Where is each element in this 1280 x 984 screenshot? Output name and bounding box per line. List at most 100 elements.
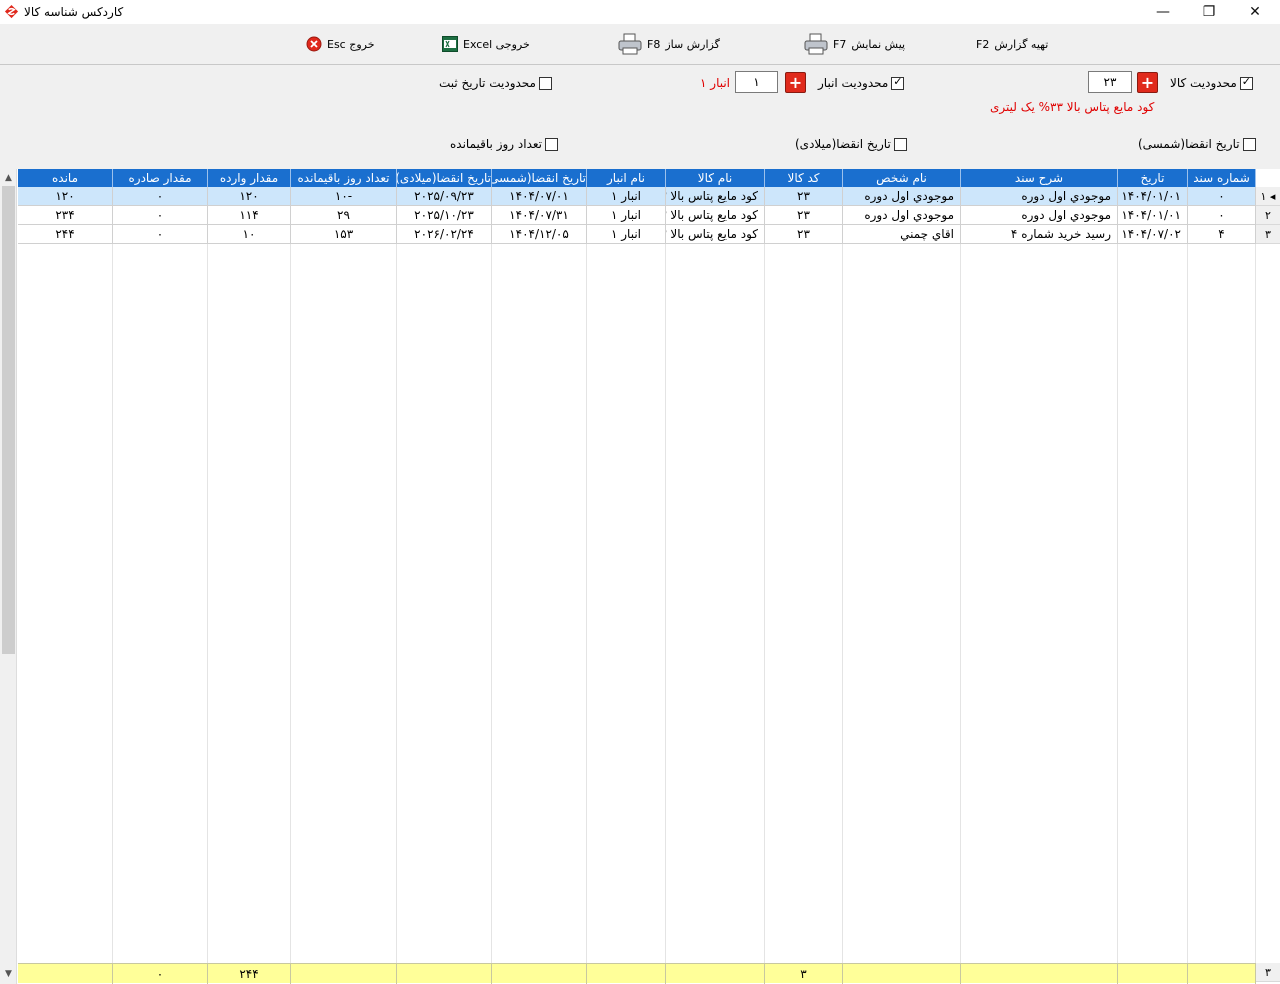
restore-icon: ❐ — [1202, 4, 1216, 20]
cell-qty-out[interactable]: ۰ — [113, 206, 208, 225]
cell-doc-number[interactable]: ۰ — [1188, 206, 1256, 225]
cell-product-code[interactable]: ۲۳ — [765, 187, 843, 206]
date-limit-label: محدودیت تاریخ ثبت — [439, 76, 536, 90]
warehouse-limit-checkbox[interactable]: محدودیت انبار — [818, 75, 905, 90]
footer-product-code: ۳ — [765, 964, 843, 984]
excel-icon — [442, 36, 458, 52]
kardex-grid[interactable]: ▲ ▼ شماره سند تاریخ شرح سند نام شخص کد کالا ن… — [0, 169, 1280, 984]
exit-button[interactable]: خروج Esc — [306, 32, 375, 56]
column-header-expiry-shamsi[interactable]: تاریخ انقضا(شمسی) — [492, 169, 587, 187]
scroll-down-icon[interactable]: ▼ — [0, 965, 17, 982]
column-header-product-name[interactable]: نام کالا — [666, 169, 765, 187]
exit-icon — [306, 36, 322, 52]
expiry-miladi-checkbox[interactable]: تاریخ انقضا(میلادی) — [795, 137, 907, 151]
row-indicator[interactable]: ۳ — [1256, 225, 1280, 244]
cell-product-name[interactable]: کود مایع پتاس بالا ۳۳% یک لیتری — [666, 206, 765, 225]
cell-warehouse-name[interactable]: انبار ۱ — [587, 187, 666, 206]
cell-expiry-miladi[interactable]: ۲۰۲۶/۰۲/۲۴ — [397, 225, 492, 244]
column-header-doc-description[interactable]: شرح سند — [961, 169, 1118, 187]
scroll-up-icon[interactable]: ▲ — [0, 169, 17, 186]
cell-qty-out[interactable]: ۰ — [113, 225, 208, 244]
expiry-shamsi-checkbox[interactable]: تاریخ انقضا(شمسی) — [1138, 137, 1256, 151]
cell-person-name[interactable]: موجودي اول دوره — [843, 187, 961, 206]
date-limit-checkbox[interactable]: محدودیت تاریخ ثبت — [439, 76, 552, 90]
row-indicator[interactable]: ۲ — [1256, 206, 1280, 225]
cell-doc-number[interactable]: ۴ — [1188, 225, 1256, 244]
column-header-qty-in[interactable]: مقدار وارده — [208, 169, 291, 187]
cell-expiry-shamsi[interactable]: ۱۴۰۴/۱۲/۰۵ — [492, 225, 587, 244]
remaining-days-checkbox[interactable]: تعداد روز باقیمانده — [450, 137, 558, 151]
cell-doc-description[interactable]: موجودي اول دوره — [961, 187, 1118, 206]
cell-date[interactable]: ۱۴۰۴/۰۱/۰۱ — [1118, 187, 1188, 206]
cell-person-name[interactable]: موجودي اول دوره — [843, 206, 961, 225]
cell-qty-in[interactable]: ۱۰ — [208, 225, 291, 244]
toolbar: F2 تهیه گزارش F7 پیش نمایش F8 گزارش ساز … — [0, 24, 1280, 65]
cell-product-code[interactable]: ۲۳ — [765, 206, 843, 225]
column-header-warehouse-name[interactable]: نام انبار — [587, 169, 666, 187]
cell-qty-out[interactable]: ۰ — [113, 187, 208, 206]
column-header-balance[interactable]: مانده — [18, 169, 113, 187]
cell-warehouse-name[interactable]: انبار ۱ — [587, 225, 666, 244]
window-title: کاردکس شناسه کالا — [24, 5, 124, 19]
cell-expiry-shamsi[interactable]: ۱۴۰۴/۰۷/۳۱ — [492, 206, 587, 225]
product-code-input[interactable]: ۲۳ — [1088, 71, 1132, 93]
cell-doc-number[interactable]: ۰ — [1188, 187, 1256, 206]
restore-button[interactable]: ❐ — [1186, 0, 1232, 24]
product-limit-checkbox[interactable]: محدودیت کالا — [1170, 75, 1253, 90]
column-divider — [586, 187, 587, 963]
footer-person-name — [843, 964, 961, 984]
date-limit-check-icon — [538, 76, 552, 90]
column-header-person-name[interactable]: نام شخص — [843, 169, 961, 187]
scroll-thumb[interactable] — [2, 186, 15, 654]
cell-remaining-days[interactable]: -۱۰ — [291, 187, 397, 206]
cell-product-name[interactable]: کود مایع پتاس بالا ۳۳% یک لیتری — [666, 187, 765, 206]
cell-warehouse-name[interactable]: انبار ۱ — [587, 206, 666, 225]
column-header-product-code[interactable]: کد کالا — [765, 169, 843, 187]
table-row[interactable]: ۰ ۱۴۰۴/۰۱/۰۱ موجودي اول دوره موجودي اول دور… — [18, 206, 1256, 225]
warehouse-code-input[interactable]: ۱ — [735, 71, 778, 93]
cell-qty-in[interactable]: ۱۲۰ — [208, 187, 291, 206]
column-divider — [1117, 187, 1118, 963]
vertical-scrollbar[interactable]: ▲ ▼ — [0, 169, 17, 984]
cell-balance[interactable]: ۲۳۴ — [18, 206, 113, 225]
preview-button[interactable]: F7 پیش نمایش — [804, 32, 905, 56]
product-add-button[interactable]: + — [1137, 72, 1158, 93]
table-row[interactable]: ۰ ۱۴۰۴/۰۱/۰۱ موجودي اول دوره موجودي اول دور… — [18, 187, 1256, 206]
table-row[interactable]: ۴ ۱۴۰۴/۰۷/۰۲ رسید خرید شماره ۴ اقاي چمني ۲۳ ک… — [18, 225, 1256, 244]
footer-row-count: ۳ — [1256, 963, 1280, 982]
cell-doc-description[interactable]: رسید خرید شماره ۴ — [961, 225, 1118, 244]
column-header-doc-number[interactable]: شماره سند — [1188, 169, 1256, 187]
cell-date[interactable]: ۱۴۰۴/۰۷/۰۲ — [1118, 225, 1188, 244]
column-header-expiry-miladi[interactable]: تاریخ انقضا(میلادی) — [397, 169, 492, 187]
warehouse-name-text: انبار ۱ — [700, 76, 731, 90]
cell-qty-in[interactable]: ۱۱۴ — [208, 206, 291, 225]
excel-export-button[interactable]: خروجی Excel — [442, 32, 530, 56]
footer-warehouse-name — [587, 964, 666, 984]
cell-remaining-days[interactable]: ۲۹ — [291, 206, 397, 225]
cell-person-name[interactable]: اقاي چمني — [843, 225, 961, 244]
cell-expiry-miladi[interactable]: ۲۰۲۵/۰۹/۲۳ — [397, 187, 492, 206]
warehouse-add-button[interactable]: + — [785, 72, 806, 93]
cell-balance[interactable]: ۲۴۴ — [18, 225, 113, 244]
cell-date[interactable]: ۱۴۰۴/۰۱/۰۱ — [1118, 206, 1188, 225]
grid-footer-totals: ۳ ۲۴۴ ۰ — [18, 963, 1256, 984]
column-header-remaining-days[interactable]: تعداد روز باقیمانده — [291, 169, 397, 187]
row-number: ۳ — [1265, 228, 1271, 241]
column-header-qty-out[interactable]: مقدار صادره — [113, 169, 208, 187]
prepare-report-button[interactable]: F2 تهیه گزارش — [976, 32, 1048, 56]
close-button[interactable]: ✕ — [1232, 0, 1278, 24]
row-indicator[interactable]: ۱ ◂ — [1256, 187, 1280, 206]
cell-balance[interactable]: ۱۲۰ — [18, 187, 113, 206]
report-builder-button[interactable]: F8 گزارش ساز — [618, 32, 720, 56]
column-header-date[interactable]: تاریخ — [1118, 169, 1188, 187]
cell-expiry-miladi[interactable]: ۲۰۲۵/۱۰/۲۳ — [397, 206, 492, 225]
cell-product-name[interactable]: کود مایع پتاس بالا ۳۳% یک لیتری — [666, 225, 765, 244]
cell-doc-description[interactable]: موجودي اول دوره — [961, 206, 1118, 225]
column-divider — [960, 187, 961, 963]
cell-expiry-shamsi[interactable]: ۱۴۰۴/۰۷/۰۱ — [492, 187, 587, 206]
cell-product-code[interactable]: ۲۳ — [765, 225, 843, 244]
cell-remaining-days[interactable]: ۱۵۳ — [291, 225, 397, 244]
minimize-button[interactable]: — — [1140, 0, 1186, 24]
column-divider — [842, 187, 843, 963]
column-divider — [764, 187, 765, 963]
